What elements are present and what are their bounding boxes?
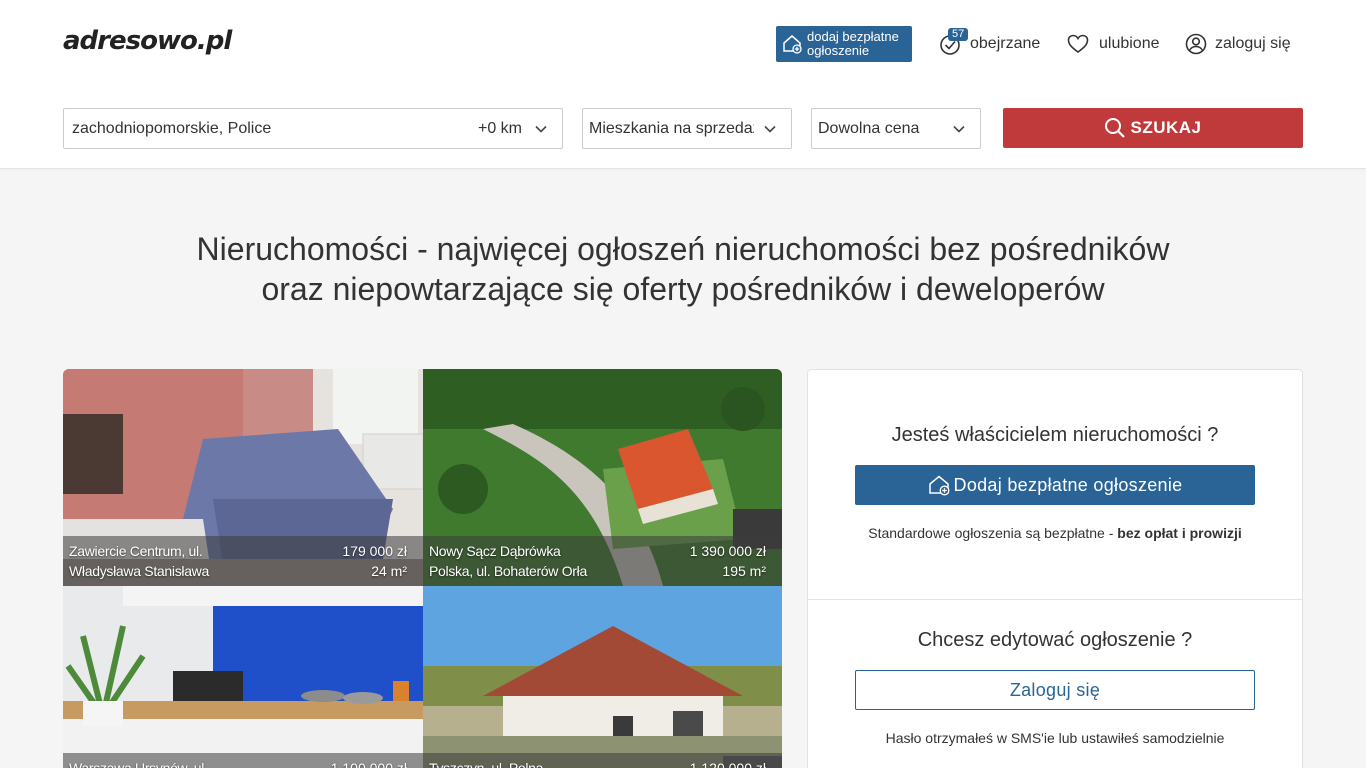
viewed-link[interactable]: 57 obejrzane xyxy=(939,28,1041,57)
password-note: Hasło otrzymałeś w SMS'ie lub ustawiłeś … xyxy=(885,730,1225,746)
property-type-select[interactable]: Mieszkania na sprzedaż xyxy=(582,108,792,149)
property-type-value: Mieszkania na sprzedaż xyxy=(589,119,754,137)
location-field[interactable]: zachodniopomorskie, Police +0 km xyxy=(63,108,563,149)
listing-price: 1 120 000 zł xyxy=(689,760,766,768)
listing-tile[interactable]: Nowy Sącz Dąbrówka Polska, ul. Bohaterów… xyxy=(423,369,782,586)
login-link[interactable]: zaloguj się xyxy=(1185,31,1291,57)
add-listing-button[interactable]: dodaj bezpłatne ogłoszenie xyxy=(776,26,912,62)
listing-location: Tyszczyn, ul. Polna xyxy=(429,760,544,768)
add-listing-label: dodaj bezpłatne ogłoszenie xyxy=(807,29,899,58)
location-value: zachodniopomorskie, Police xyxy=(72,119,272,137)
viewed-label: obejrzane xyxy=(970,35,1041,52)
listing-location: Nowy Sącz Dąbrówka Polska, ul. Bohaterów… xyxy=(429,543,587,579)
favorites-link[interactable]: ulubione xyxy=(1067,31,1160,57)
page-headline: Nieruchomości - najwięcej ogłoszeń nieru… xyxy=(196,231,1170,307)
listing-tile[interactable]: Tyszczyn, ul. Polna 1 120 000 zł xyxy=(423,586,782,768)
viewed-count-badge: 57 xyxy=(948,28,969,41)
add-free-listing-label: Dodaj bezpłatne ogłoszenie xyxy=(953,474,1183,495)
radius-value[interactable]: +0 km xyxy=(478,120,522,138)
chevron-down-icon xyxy=(764,125,776,133)
listing-area: 24 m² xyxy=(371,563,407,579)
edit-title: Chcesz edytować ogłoszenie ? xyxy=(917,629,1193,651)
house-plus-icon xyxy=(928,475,949,496)
listing-caption: Nowy Sącz Dąbrówka Polska, ul. Bohaterów… xyxy=(423,536,782,586)
login-label: zaloguj się xyxy=(1215,35,1291,52)
owner-title: Jesteś właścicielem nieruchomości ? xyxy=(891,424,1219,446)
listing-caption: Zawiercie Centrum, ul. Władysława Stanis… xyxy=(63,536,423,586)
price-select[interactable]: Dowolna cena xyxy=(811,108,981,149)
owner-panel: Jesteś właścicielem nieruchomości ? Doda… xyxy=(807,369,1303,768)
listing-photo xyxy=(63,586,423,768)
listing-area: 195 m² xyxy=(722,563,766,579)
house-plus-icon xyxy=(783,35,802,54)
price-value: Dowolna cena xyxy=(818,119,920,137)
search-button[interactable]: SZUKAJ xyxy=(1003,108,1303,148)
listing-price: 179 000 zł xyxy=(342,543,407,559)
featured-listings: Zawiercie Centrum, ul. Władysława Stanis… xyxy=(63,369,782,768)
site-logo[interactable]: adresowo.pl xyxy=(63,26,232,56)
listing-tile[interactable]: Zawiercie Centrum, ul. Władysława Stanis… xyxy=(63,369,423,586)
search-icon xyxy=(1105,118,1126,138)
listing-location: Zawiercie Centrum, ul. Władysława Stanis… xyxy=(69,543,209,579)
panel-divider xyxy=(808,599,1302,600)
chevron-down-icon xyxy=(953,125,965,133)
favorites-label: ulubione xyxy=(1099,35,1160,52)
panel-login-button[interactable]: Zaloguj się xyxy=(855,670,1255,710)
listing-price: 1 100 000 zł xyxy=(330,760,407,768)
listing-caption: Warszawa Ursynów, ul. 1 100 000 zł xyxy=(63,753,423,768)
listing-photo xyxy=(423,586,782,768)
site-header: adresowo.pl dodaj bezpłatne ogłoszenie 5… xyxy=(0,0,1366,169)
free-listing-note: Standardowe ogłoszenia są bezpłatne - be… xyxy=(868,525,1242,541)
listing-tile[interactable]: Warszawa Ursynów, ul. 1 100 000 zł xyxy=(63,586,423,768)
add-free-listing-button[interactable]: Dodaj bezpłatne ogłoszenie xyxy=(855,465,1255,505)
listing-price: 1 390 000 zł xyxy=(689,543,766,559)
user-icon xyxy=(1185,33,1207,55)
listing-caption: Tyszczyn, ul. Polna 1 120 000 zł xyxy=(423,753,782,768)
heart-icon xyxy=(1067,34,1089,53)
search-button-label: SZUKAJ xyxy=(1130,118,1202,137)
chevron-down-icon[interactable] xyxy=(534,122,548,136)
listing-location: Warszawa Ursynów, ul. xyxy=(69,760,208,768)
